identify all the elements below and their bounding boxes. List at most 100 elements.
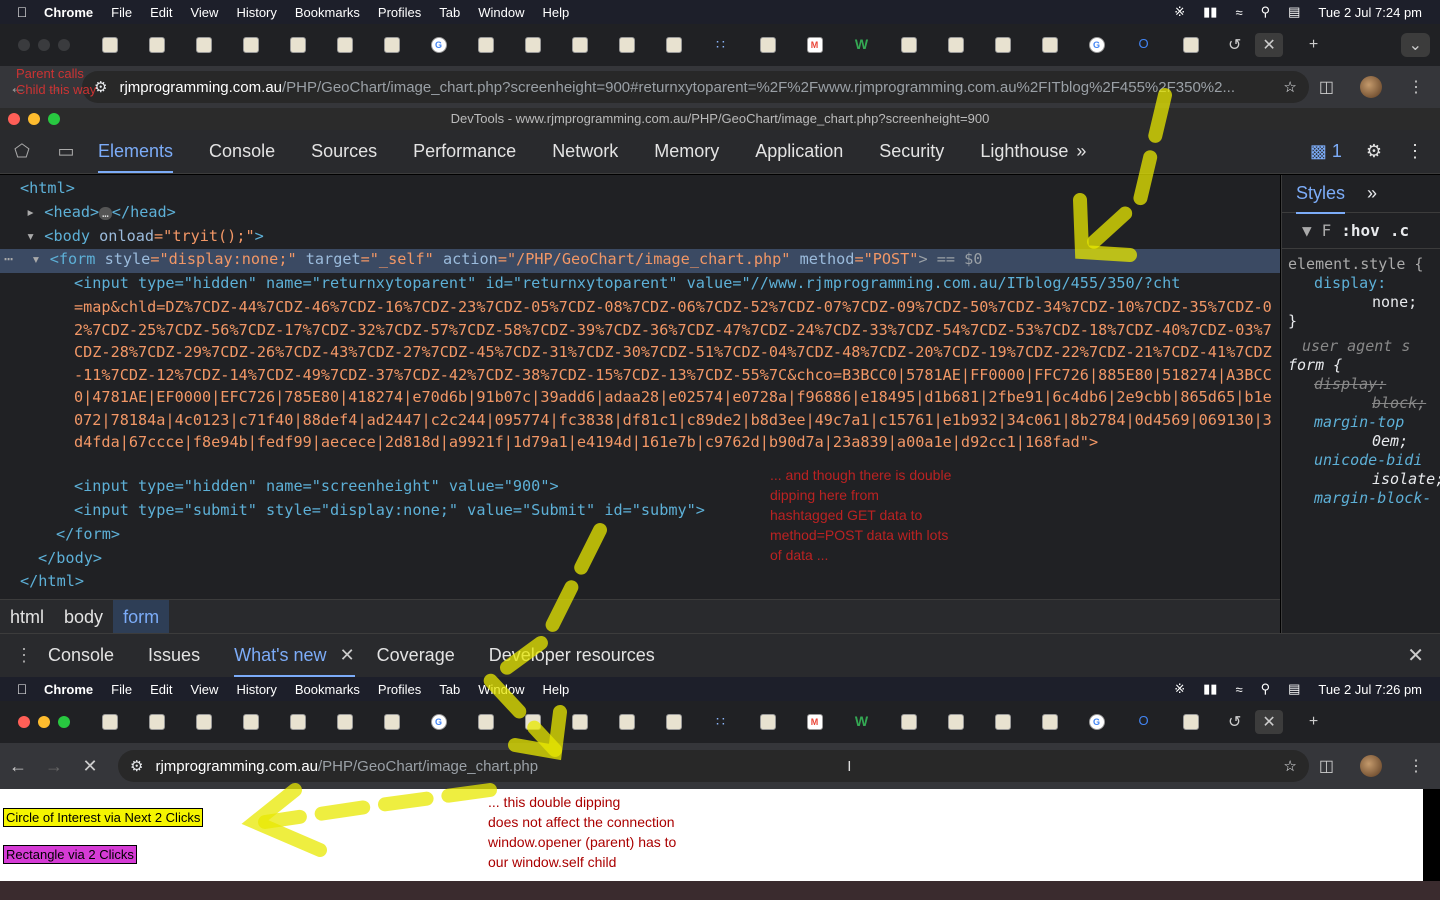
menu-window[interactable]: Window xyxy=(478,5,524,20)
google-favicon-icon[interactable]: G xyxy=(430,37,447,53)
devtools-zoom-button[interactable] xyxy=(48,113,60,125)
history-icon[interactable]: ↺ xyxy=(1228,35,1241,55)
dom-head[interactable]: ▸ <head>… </head> xyxy=(26,203,176,221)
menu-bookmarks[interactable]: Bookmarks xyxy=(295,5,360,20)
bluetooth-icon[interactable]: ※ xyxy=(1174,4,1185,20)
battery-icon[interactable]: ▮▮ xyxy=(1203,681,1217,697)
clock[interactable]: Tue 2 Jul 7:26 pm xyxy=(1318,682,1422,697)
new-tab-icon[interactable]: + xyxy=(1309,36,1318,54)
close-tab-icon[interactable]: ✕ xyxy=(340,645,355,665)
tab-application[interactable]: Application xyxy=(755,141,843,162)
issues-badge[interactable]: ▩ 1 xyxy=(1310,141,1342,162)
hov-toggle[interactable]: :hov xyxy=(1341,221,1380,240)
menu-view[interactable]: View xyxy=(190,682,218,697)
close-window-button[interactable] xyxy=(18,716,30,728)
minimize-window-button[interactable] xyxy=(38,39,50,51)
breadcrumb-html[interactable]: html xyxy=(0,600,54,634)
tab-favicon-icon[interactable] xyxy=(1182,37,1199,53)
settings-gear-icon[interactable]: ⚙ xyxy=(1366,141,1382,162)
tab-favicon-icon[interactable] xyxy=(289,714,306,730)
forward-icon[interactable]: → xyxy=(36,756,72,777)
dom-input-submit[interactable]: <input type="submit" style="display:none… xyxy=(74,501,705,519)
tab-sources[interactable]: Sources xyxy=(311,141,377,162)
new-tab-icon[interactable]: + xyxy=(1309,713,1318,731)
w-favicon-icon[interactable]: W xyxy=(854,714,870,730)
zoom-window-button[interactable] xyxy=(58,39,70,51)
control-center-icon[interactable]: ▤ xyxy=(1288,681,1300,697)
menu-file[interactable]: File xyxy=(111,5,132,20)
tab-favicon-icon[interactable] xyxy=(759,714,776,730)
history-icon[interactable]: ↺ xyxy=(1228,712,1241,732)
tab-favicon-icon[interactable] xyxy=(947,37,964,53)
filter-icon[interactable]: ▼ xyxy=(1302,221,1312,240)
tab-favicon-icon[interactable] xyxy=(618,37,635,53)
tab-favicon-icon[interactable] xyxy=(665,37,682,53)
dom-form-selected[interactable]: ⋯ ▾ <form style="display:none;" target="… xyxy=(4,250,982,268)
drawer-tab-issues[interactable]: Issues xyxy=(148,645,200,666)
devtools-menu-icon[interactable]: ⋮ xyxy=(1406,141,1424,162)
url-field[interactable]: ⚙ rjmprogramming.com.au/PHP/GeoChart/ima… xyxy=(82,71,1309,103)
bookmark-star-icon[interactable]: ☆ xyxy=(1283,78,1296,96)
tab-favicon-icon[interactable] xyxy=(900,714,917,730)
more-tabs-icon[interactable]: » xyxy=(1076,141,1086,162)
tab-favicon-icon[interactable] xyxy=(524,714,541,730)
search-icon[interactable]: ⚲ xyxy=(1261,681,1271,697)
tab-favicon-icon[interactable] xyxy=(994,37,1011,53)
style-value[interactable]: none; xyxy=(1288,293,1434,312)
inspect-element-icon[interactable]: ⬠ xyxy=(0,141,44,162)
close-drawer-icon[interactable]: ✕ xyxy=(1407,643,1424,668)
drawer-tab-whats-new[interactable]: What's new ✕ xyxy=(234,645,355,677)
menu-edit[interactable]: Edit xyxy=(150,682,172,697)
battery-icon[interactable]: ▮▮ xyxy=(1203,4,1217,20)
w-favicon-icon[interactable]: W xyxy=(854,37,870,53)
menu-history[interactable]: History xyxy=(236,682,276,697)
menu-help[interactable]: Help xyxy=(543,682,570,697)
tab-favicon-icon[interactable] xyxy=(336,37,353,53)
zoom-window-button[interactable] xyxy=(58,716,70,728)
o-favicon-icon[interactable]: O xyxy=(1136,714,1152,730)
dom-html-open[interactable]: <html> xyxy=(20,179,75,197)
url-field[interactable]: ⚙ rjmprogramming.com.au/PHP/GeoChart/ima… xyxy=(118,750,1309,782)
device-toolbar-icon[interactable]: ▭ xyxy=(44,141,88,162)
extensions-icon[interactable]: ◫ xyxy=(1319,756,1334,776)
tab-favicon-icon[interactable] xyxy=(1041,714,1058,730)
tab-security[interactable]: Security xyxy=(879,141,944,162)
dom-body-close[interactable]: </body> xyxy=(38,549,102,567)
tab-favicon-icon[interactable] xyxy=(477,37,494,53)
tab-search-icon[interactable]: ⌄ xyxy=(1400,33,1430,57)
drawer-tab-console[interactable]: Console xyxy=(48,645,114,666)
wifi-icon[interactable]: ≈ xyxy=(1235,5,1242,20)
tab-favicon-icon[interactable] xyxy=(101,714,118,730)
tab-performance[interactable]: Performance xyxy=(413,141,516,162)
site-info-icon[interactable]: ⚙ xyxy=(130,757,143,775)
dom-html-close[interactable]: </html> xyxy=(20,572,84,590)
dom-body[interactable]: ▾ <body onload="tryit();"> xyxy=(26,227,264,245)
gmail-icon[interactable]: M xyxy=(806,37,823,53)
close-window-button[interactable] xyxy=(18,39,30,51)
chrome-menu-icon[interactable]: ⋮ xyxy=(1408,77,1424,97)
menu-file[interactable]: File xyxy=(111,682,132,697)
google-favicon-icon[interactable]: G xyxy=(1088,37,1105,53)
menu-app[interactable]: Chrome xyxy=(44,5,93,20)
menu-tab[interactable]: Tab xyxy=(439,682,460,697)
menu-view[interactable]: View xyxy=(190,5,218,20)
tab-favicon-icon[interactable] xyxy=(195,37,212,53)
breadcrumb-body[interactable]: body xyxy=(54,600,113,634)
menu-profiles[interactable]: Profiles xyxy=(378,5,421,20)
apple-icon[interactable]:  xyxy=(0,4,44,20)
menu-app[interactable]: Chrome xyxy=(44,682,93,697)
tab-favicon-icon[interactable] xyxy=(618,714,635,730)
style-prop[interactable]: display: xyxy=(1314,274,1386,292)
tab-favicon-icon[interactable] xyxy=(665,714,682,730)
google-favicon-icon[interactable]: G xyxy=(430,714,447,730)
search-icon[interactable]: ⚲ xyxy=(1261,4,1271,20)
tab-console[interactable]: Console xyxy=(209,141,275,162)
dom-input-returnxytoparent[interactable]: <input type="hidden" name="returnxytopar… xyxy=(74,274,1180,292)
dom-input-screenheight[interactable]: <input type="hidden" name="screenheight"… xyxy=(74,477,559,495)
dom-form-close[interactable]: </form> xyxy=(56,525,120,543)
tab-favicon-icon[interactable] xyxy=(289,37,306,53)
tab-favicon-icon[interactable] xyxy=(571,37,588,53)
back-icon[interactable]: ← xyxy=(0,756,36,777)
tab-favicon-icon[interactable] xyxy=(383,37,400,53)
menu-help[interactable]: Help xyxy=(543,5,570,20)
